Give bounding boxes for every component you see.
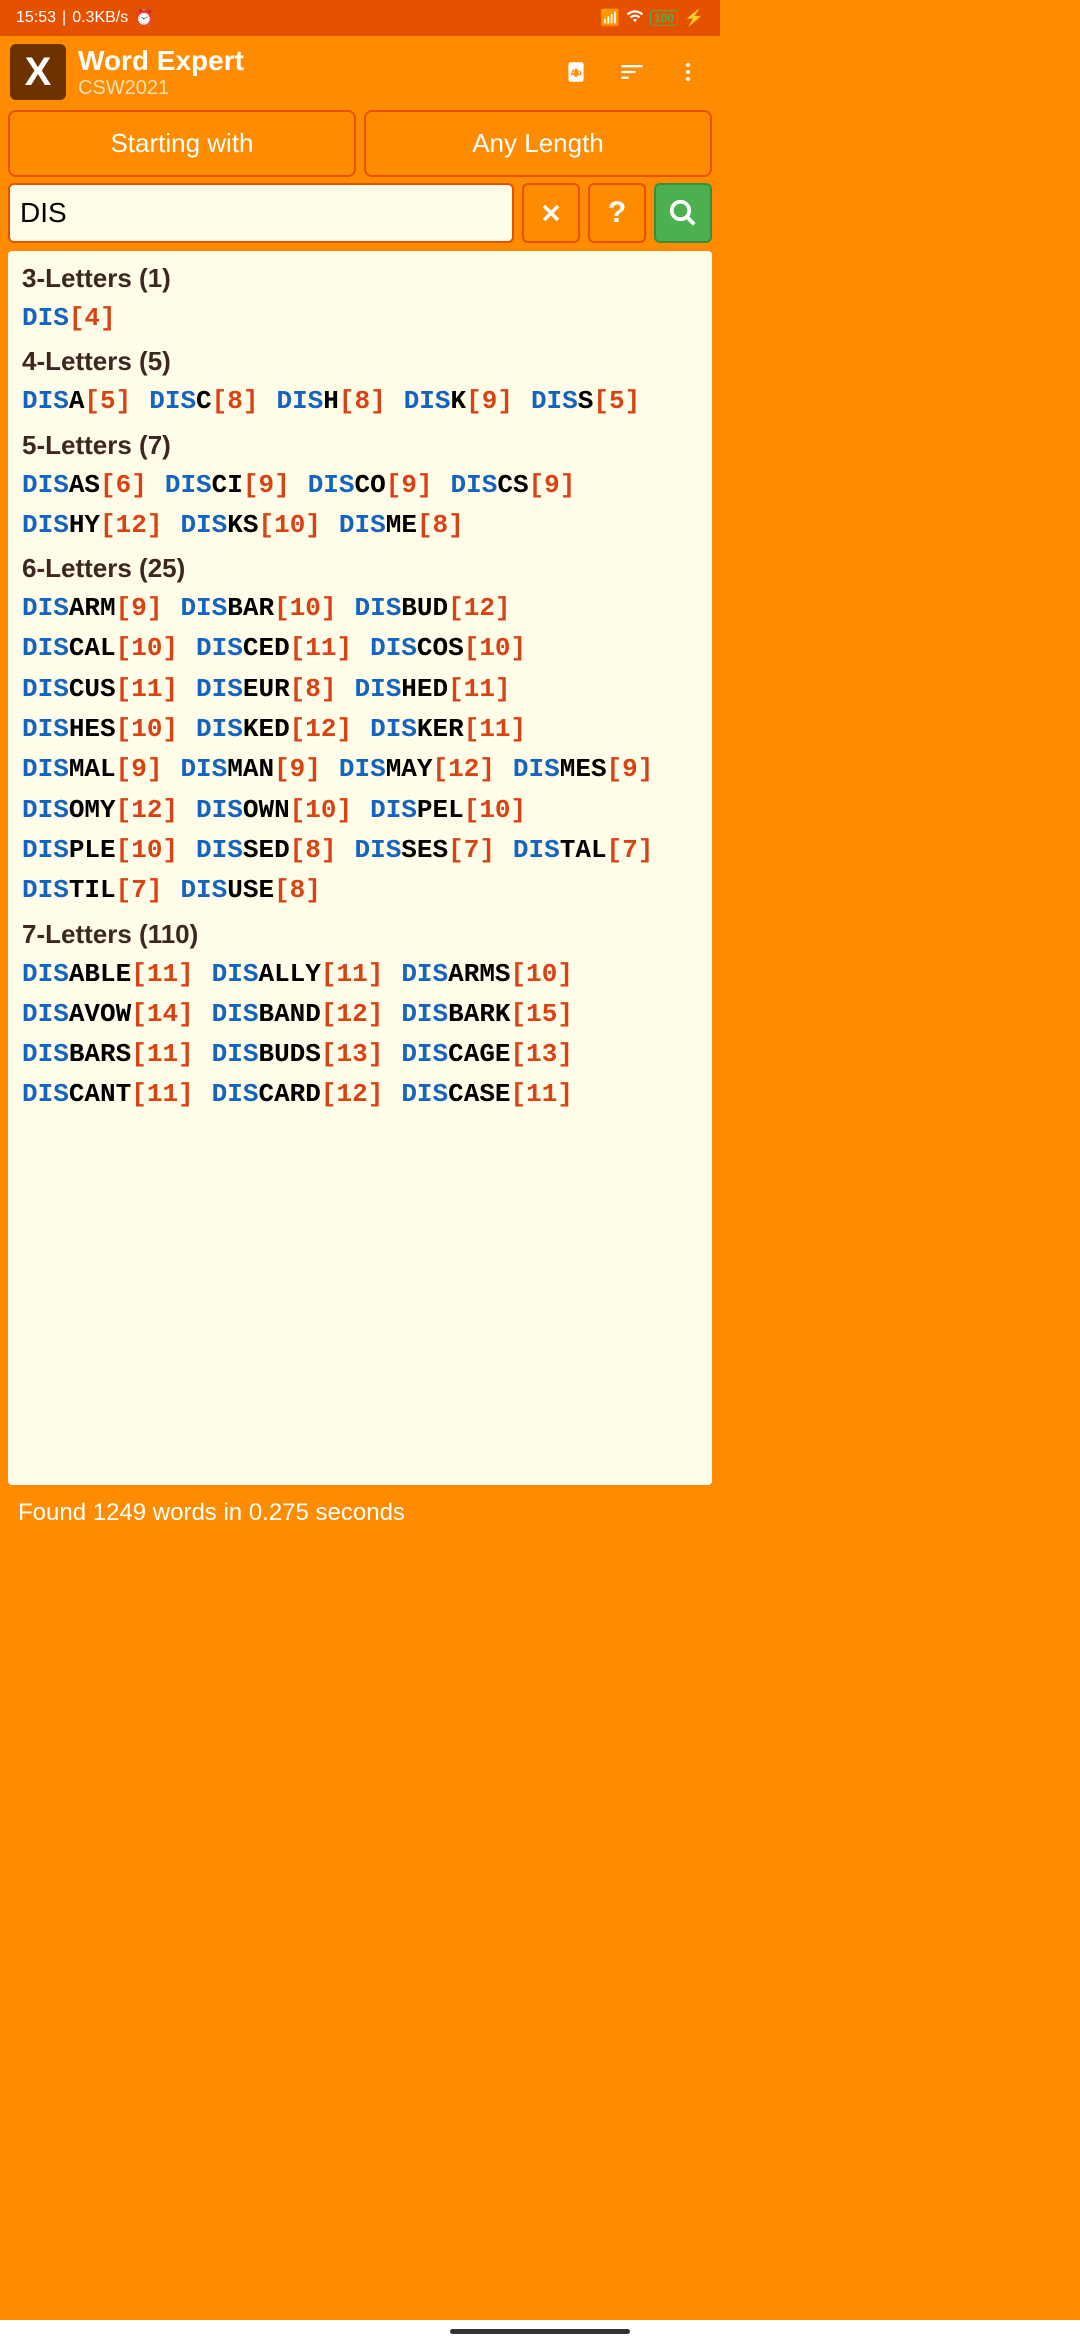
word-item[interactable]: DISCED[11]: [196, 628, 352, 668]
word-item[interactable]: DISH[8]: [276, 381, 385, 421]
word-item[interactable]: DISTIL[7]: [22, 870, 162, 910]
word-item[interactable]: DISME[8]: [339, 505, 464, 545]
filter-row: Starting with Any Length: [0, 108, 720, 183]
wifi-icon: [626, 7, 644, 30]
word-item[interactable]: DISKED[12]: [196, 709, 352, 749]
word-item[interactable]: DISSED[8]: [196, 830, 336, 870]
word-item[interactable]: DISABLE[11]: [22, 954, 194, 994]
word-item[interactable]: DISC[8]: [149, 381, 258, 421]
header-titles: Word Expert CSW2021: [78, 45, 550, 100]
search-row: ?: [0, 183, 720, 251]
word-item[interactable]: DISCAGE[13]: [401, 1034, 573, 1074]
word-item[interactable]: DISCARD[12]: [212, 1074, 384, 1114]
word-item[interactable]: DISHED[11]: [354, 669, 510, 709]
word-item[interactable]: DISCANT[11]: [22, 1074, 194, 1114]
word-item[interactable]: DISAS[6]: [22, 465, 147, 505]
help-button[interactable]: ?: [588, 183, 646, 243]
word-item[interactable]: DISS[5]: [531, 381, 640, 421]
clear-button[interactable]: [522, 183, 580, 243]
word-item[interactable]: DISCI[9]: [165, 465, 290, 505]
word-list: DISABLE[11] DISALLY[11] DISARMS[10] DISAVOW…: [22, 954, 698, 1115]
word-item[interactable]: DISKER[11]: [370, 709, 526, 749]
app-header: X Word Expert CSW2021 Ab: [0, 36, 720, 108]
results-panel[interactable]: 3-Letters (1)DIS[4]4-Letters (5)DISA[5]D…: [8, 251, 712, 1485]
status-bar: 15:53 | 0.3KB/s ⏰ 📶 100 ⚡: [0, 0, 720, 36]
word-item[interactable]: DISSES[7]: [354, 830, 494, 870]
status-left: 15:53 | 0.3KB/s ⏰: [16, 8, 154, 28]
word-item[interactable]: DISCUS[11]: [22, 669, 178, 709]
search-button[interactable]: [654, 183, 712, 243]
status-right: 📶 100 ⚡: [600, 7, 704, 30]
word-item[interactable]: DISTAL[7]: [513, 830, 653, 870]
word-item[interactable]: DISARMS[10]: [401, 954, 573, 994]
word-item[interactable]: DISAVOW[14]: [22, 994, 194, 1034]
group-header: 5-Letters (7): [22, 430, 698, 461]
word-item[interactable]: DISALLY[11]: [212, 954, 384, 994]
word-item[interactable]: DISCASE[11]: [401, 1074, 573, 1114]
word-item[interactable]: DISCOS[10]: [370, 628, 526, 668]
word-item[interactable]: DISCS[9]: [451, 465, 576, 505]
status-time: 15:53: [16, 9, 56, 27]
svg-text:Ab: Ab: [570, 67, 582, 77]
filter-length-button[interactable]: Any Length: [364, 110, 712, 177]
word-item[interactable]: DISHES[10]: [22, 709, 178, 749]
word-item[interactable]: DISMAN[9]: [180, 749, 320, 789]
word-list: DISAS[6] DISCI[9] DISCO[9] DISCS[9] DISHY[12…: [22, 465, 698, 546]
word-list: DIS[4]: [22, 298, 698, 338]
search-input[interactable]: [8, 183, 514, 243]
footer-status: Found 1249 words in 0.275 seconds: [0, 1485, 720, 1541]
group-header: 6-Letters (25): [22, 553, 698, 584]
word-item[interactable]: DISPLE[10]: [22, 830, 178, 870]
charging-icon: ⚡: [684, 8, 704, 28]
status-speed: 0.3KB/s: [72, 9, 128, 27]
header-actions: Ab: [562, 58, 710, 86]
alarm-icon: ⏰: [134, 8, 154, 28]
word-item[interactable]: DISARM[9]: [22, 588, 162, 628]
word-item[interactable]: DISBARS[11]: [22, 1034, 194, 1074]
word-item[interactable]: DISBAND[12]: [212, 994, 384, 1034]
word-item[interactable]: DISOWN[10]: [196, 790, 352, 830]
word-item[interactable]: DIS[4]: [22, 298, 116, 338]
word-item[interactable]: DISMAL[9]: [22, 749, 162, 789]
word-item[interactable]: DISA[5]: [22, 381, 131, 421]
dictionary-icon[interactable]: Ab: [562, 58, 590, 86]
word-item[interactable]: DISCO[9]: [308, 465, 433, 505]
word-list: DISA[5] DISC[8] DISH[8] DISK[9] DISS[5]: [22, 381, 698, 421]
home-indicator[interactable]: [450, 2329, 630, 2334]
word-item[interactable]: DISBUD[12]: [354, 588, 510, 628]
battery-icon: 100: [650, 10, 678, 26]
word-item[interactable]: DISCAL[10]: [22, 628, 178, 668]
app-subtitle: CSW2021: [78, 77, 550, 100]
word-item[interactable]: DISMES[9]: [513, 749, 653, 789]
filter-mode-button[interactable]: Starting with: [8, 110, 356, 177]
word-item[interactable]: DISKS[10]: [180, 505, 320, 545]
word-item[interactable]: DISEUR[8]: [196, 669, 336, 709]
app-title: Word Expert: [78, 45, 550, 77]
word-item[interactable]: DISBAR[10]: [180, 588, 336, 628]
word-item[interactable]: DISMAY[12]: [339, 749, 495, 789]
word-item[interactable]: DISBUDS[13]: [212, 1034, 384, 1074]
app-logo[interactable]: X: [10, 44, 66, 100]
signal-icon: 📶: [600, 8, 620, 28]
more-icon[interactable]: [674, 58, 702, 86]
word-item[interactable]: DISUSE[8]: [180, 870, 320, 910]
sort-icon[interactable]: [618, 58, 646, 86]
group-header: 4-Letters (5): [22, 346, 698, 377]
word-item[interactable]: DISK[9]: [404, 381, 513, 421]
group-header: 3-Letters (1): [22, 263, 698, 294]
word-item[interactable]: DISPEL[10]: [370, 790, 526, 830]
word-item[interactable]: DISHY[12]: [22, 505, 162, 545]
word-item[interactable]: DISOMY[12]: [22, 790, 178, 830]
word-item[interactable]: DISBARK[15]: [401, 994, 573, 1034]
word-list: DISARM[9]DISBAR[10]DISBUD[12]DISCAL[10]D…: [22, 588, 698, 910]
group-header: 7-Letters (110): [22, 919, 698, 950]
